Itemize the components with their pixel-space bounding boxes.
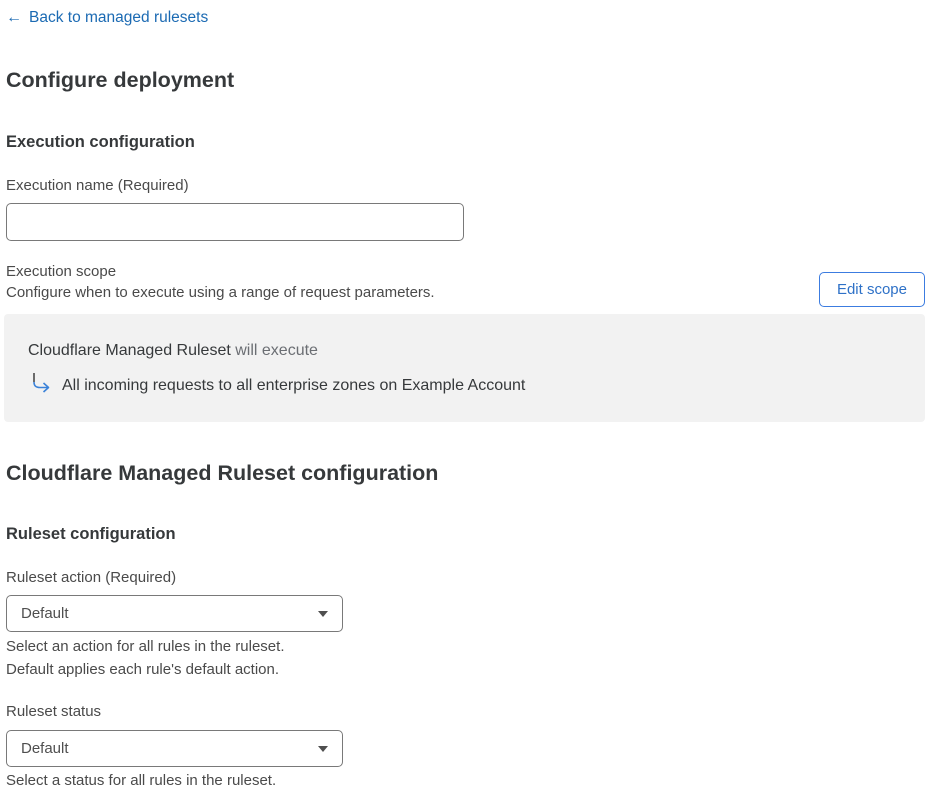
ruleset-status-select[interactable]: Default	[6, 730, 343, 767]
edit-scope-button[interactable]: Edit scope	[818, 272, 925, 307]
back-to-managed-rulesets-link[interactable]: ← Back to managed rulesets	[6, 9, 208, 27]
ruleset-action-help-line-2: Default applies each rule's default acti…	[6, 661, 280, 678]
ruleset-status-help-line-1: Select a status for all rules in the rul…	[6, 772, 277, 789]
back-arrow-icon: ←	[6, 9, 22, 26]
return-arrow-icon	[30, 372, 52, 395]
ruleset-action-select[interactable]: Default	[6, 595, 343, 632]
summary-scope-text: All incoming requests to all enterprise …	[62, 377, 526, 394]
execution-configuration-heading: Execution configuration	[6, 133, 195, 151]
summary-will-execute: will execute	[230, 342, 318, 359]
page-title: Configure deployment	[6, 68, 235, 92]
ruleset-configuration-subheading: Ruleset configuration	[6, 525, 176, 543]
summary-ruleset-line: Cloudflare Managed Ruleset will execute	[28, 342, 318, 360]
summary-ruleset-name: Cloudflare Managed Ruleset	[28, 342, 231, 359]
edit-scope-button-label: Edit scope	[836, 281, 907, 298]
back-link-label: Back to managed rulesets	[29, 9, 209, 26]
execution-scope-description: Configure when to execute using a range …	[6, 284, 435, 301]
ruleset-action-label: Ruleset action (Required)	[6, 569, 177, 586]
summary-scope-line: All incoming requests to all enterprise …	[30, 372, 525, 395]
execution-name-label: Execution name (Required)	[6, 177, 189, 194]
execution-name-input[interactable]	[6, 203, 464, 241]
execution-summary-box: Cloudflare Managed Ruleset will execute …	[4, 314, 925, 422]
ruleset-status-label: Ruleset status	[6, 703, 102, 720]
ruleset-action-selected-value: Default	[21, 605, 69, 622]
ruleset-status-selected-value: Default	[21, 740, 69, 757]
chevron-down-icon	[318, 745, 328, 752]
chevron-down-icon	[318, 610, 328, 617]
ruleset-action-help-line-1: Select an action for all rules in the ru…	[6, 638, 285, 655]
ruleset-configuration-section-heading: Cloudflare Managed Ruleset configuration	[6, 461, 439, 485]
execution-scope-label: Execution scope	[6, 263, 117, 280]
